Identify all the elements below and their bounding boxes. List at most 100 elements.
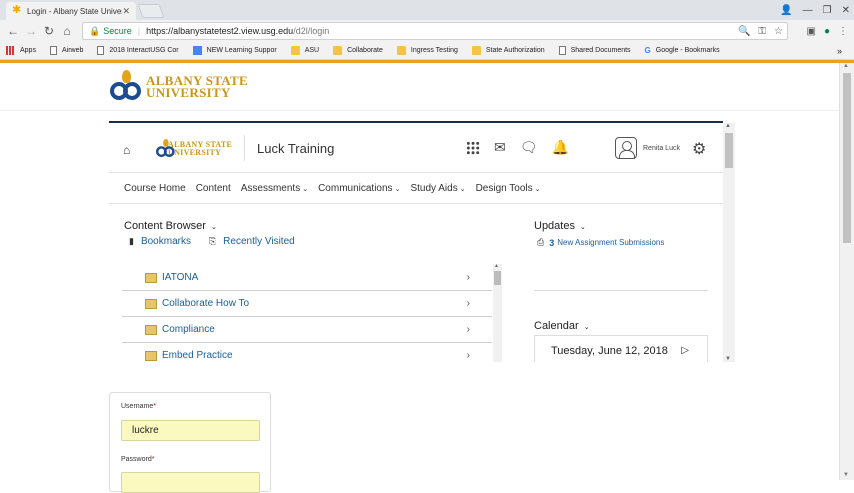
extension-icon[interactable]: ▣ [807,26,816,37]
chevron-down-icon: ⌄ [583,324,590,331]
logo-emblem-icon [156,139,175,157]
page-icon [558,46,566,55]
inbox-icon: ⎙ [537,237,545,247]
bookmark-state-authorization[interactable]: State Authorization [471,46,545,55]
course-title: Luck Training [257,141,335,156]
tab-title: Login - Albany State Univer [27,6,123,16]
content-browser-links: ▮ Bookmarks ⎘ Recently Visited [129,236,295,247]
bookmark-shared-documents[interactable]: Shared Documents [558,46,631,55]
chevron-down-icon: ⌄ [534,186,541,193]
chevron-right-icon: › [466,324,470,335]
bookmark-collaborate[interactable]: Collaborate [333,46,383,55]
folder-icon [145,324,157,335]
folder-icon [333,46,343,55]
scroll-thumb[interactable] [843,73,851,243]
browser-tab[interactable]: Login - Albany State Univer ✕ [6,2,136,20]
folder-icon [290,46,300,55]
username-field[interactable] [121,420,260,441]
d2l-scrollbar: ▲ ▼ [723,123,735,362]
chevron-down-icon: ⌄ [302,186,309,193]
page-scrollbar[interactable]: ▲ ▼ [839,63,854,480]
bell-icon: 🔔 [551,139,569,155]
password-label: Password* [121,456,155,463]
extensions: ▣ ● ⋮ [807,26,849,37]
calendar-date: Tuesday, June 12, 2018 ▷ [534,335,708,362]
bookmark-ingress-testing[interactable]: Ingress Testing [396,46,458,55]
chevron-down-icon: ⌄ [580,224,586,231]
minimize-icon[interactable]: — [803,5,813,16]
d2l-minibar: ⌂ ALBANY STATE UNIVERSITY Luck Training … [109,123,723,173]
header-divider [0,110,839,111]
bookmark-icon: ▮ [129,236,134,246]
folder-icon [396,46,406,55]
divider [244,135,245,161]
doc-icon [192,46,202,55]
star-icon[interactable]: ☆ [774,26,783,37]
folder-icon [145,350,157,361]
url-actions: 🔍 ⚿ ☆ [738,26,783,37]
browser-tab-bar: Login - Albany State Univer ✕ 👤 — ❐ ✕ [0,0,854,20]
forward-icon[interactable]: → [22,24,40,38]
list-item: Compliance › [122,317,492,343]
home-icon[interactable]: ⌂ [58,24,76,38]
bookmark-interactusg[interactable]: 2018 InteractUSG Cor [97,46,179,55]
scroll-up-icon[interactable]: ▲ [843,63,849,69]
url-separator: | [137,26,141,36]
url-path: /d2l/login [293,26,330,36]
close-tab-icon[interactable]: ✕ [122,6,130,17]
d2l-logo: ALBANY STATE UNIVERSITY [156,139,232,159]
chevron-right-icon: › [466,350,470,361]
restore-icon[interactable]: ❐ [823,5,832,16]
chevron-down-icon: ⌄ [394,186,401,193]
scroll-down-icon[interactable]: ▼ [843,472,849,478]
google-icon: G [644,46,651,55]
new-tab-button[interactable] [137,4,165,18]
key-icon[interactable]: ⚿ [758,26,766,37]
menu-icon[interactable]: ⋮ [838,26,848,37]
history-icon: ⎘ [208,236,217,246]
reload-icon[interactable]: ↻ [40,24,58,38]
bookmark-apps[interactable]: Apps [6,46,36,55]
bookmark-asu[interactable]: ASU [290,46,319,55]
d2l-preview-image: ▲ ▼ ⌂ ALBANY STATE UNIVERSITY Luck Traini… [109,121,735,362]
university-logo[interactable]: ALBANY STATE UNIVERSITY [110,70,248,104]
chevron-down-icon: ⌄ [211,224,217,231]
nav-course-home: Course Home [124,183,186,194]
user-name: Renita Luck [643,144,680,152]
grammarly-icon[interactable]: ● [824,26,830,37]
nav-assessments: Assessments ⌄ [240,183,309,194]
apps-icon [6,46,15,55]
back-icon[interactable]: ← [4,24,22,38]
zoom-icon[interactable]: 🔍 [738,26,750,37]
favicon-icon [12,3,22,16]
header-accent-bar [0,60,854,63]
calendar-title: Calendar ⌄ [534,320,590,332]
logo-text: ALBANY STATE UNIVERSITY [146,73,248,100]
user-menu: Renita Luck [615,137,680,159]
username-label: Username* [121,403,157,410]
close-window-icon[interactable]: ✕ [842,5,850,16]
logo-emblem-icon [110,70,144,104]
profile-icon[interactable]: 👤 [780,5,792,16]
course-selector-icon [466,140,480,155]
bookmarks-overflow[interactable]: » [837,46,842,56]
bookmark-learning-support[interactable]: NEW Learning Suppor [192,46,277,55]
home-icon: ⌂ [123,143,131,157]
list-item: Embed Practice › [122,343,492,362]
login-form: Username* Password* [109,392,271,493]
password-field[interactable] [121,472,260,493]
nav-design-tools: Design Tools ⌄ [475,183,541,194]
bookmark-google[interactable]: G Google - Bookmarks [645,46,720,55]
url-field[interactable]: 🔒 Secure | https://albanystatetest2.view… [82,22,788,40]
folder-icon [145,298,157,309]
recently-visited-link: ⎘ Recently Visited [208,236,295,247]
gear-icon: ⚙ [692,141,707,158]
bookmarks-bar: Apps Airweb 2018 InteractUSG Cor NEW Lea… [0,42,854,60]
chevron-down-icon: ⌄ [459,186,466,193]
d2l-nav-icons: ✉ 🗨 🔔 [466,139,569,156]
nav-content: Content [195,183,231,194]
bookmark-airweb[interactable]: Airweb [49,46,83,55]
page-icon [49,46,57,55]
content-scrollbar: ▲ [493,263,502,362]
divider [534,290,708,291]
